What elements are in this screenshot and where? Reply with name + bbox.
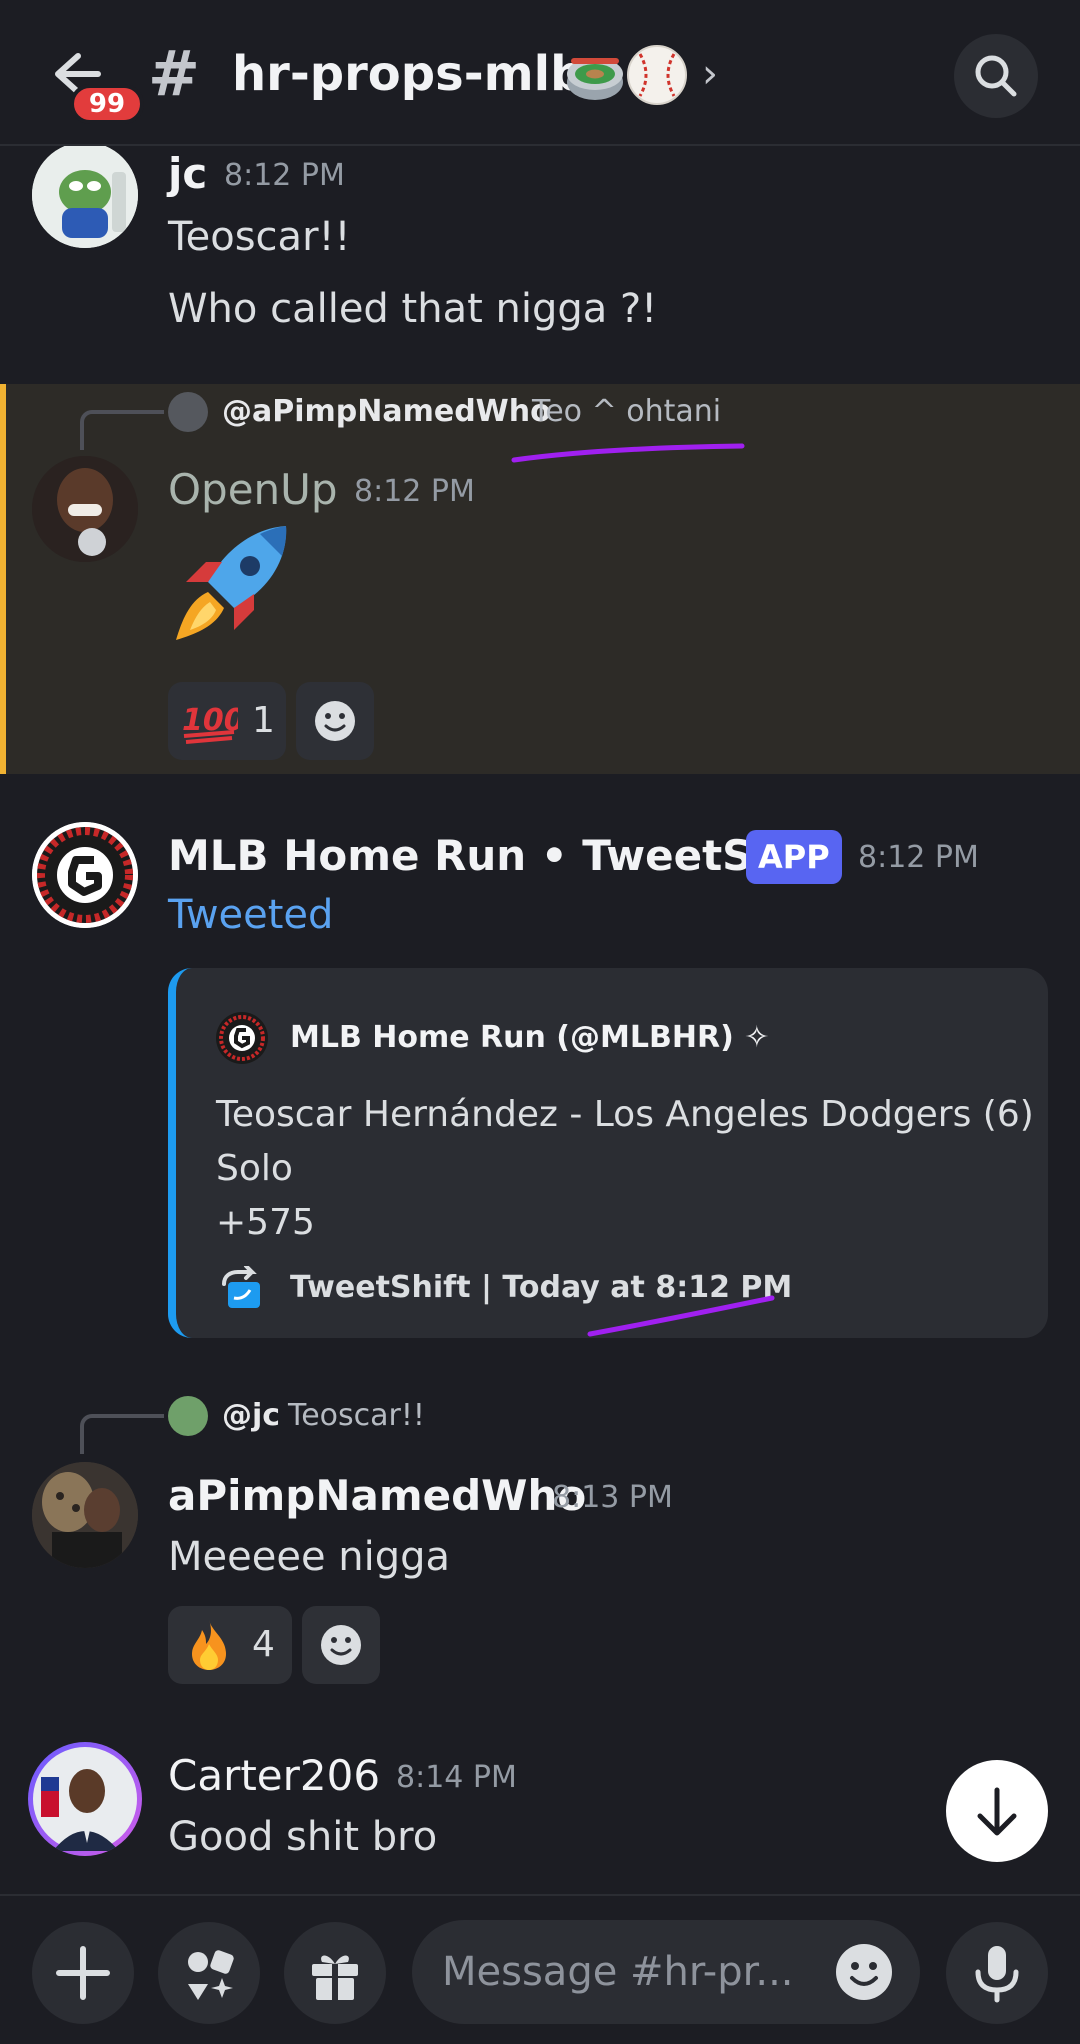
timestamp: 8:13 PM bbox=[552, 1480, 673, 1515]
tweetshift-logo-icon bbox=[32, 822, 138, 928]
mlbhr-author-icon bbox=[216, 1012, 268, 1064]
apimpnamedwho-avatar-icon bbox=[32, 1462, 138, 1568]
message-input-container bbox=[412, 1920, 920, 2024]
pepe-avatar-icon bbox=[32, 146, 138, 248]
message-text: Who called that nigga ?! bbox=[168, 286, 658, 332]
app-tag: APP bbox=[746, 830, 842, 884]
timestamp: 8:12 PM bbox=[354, 474, 475, 509]
timestamp: 8:14 PM bbox=[396, 1760, 517, 1795]
tweeted-link[interactable]: Tweeted bbox=[168, 888, 333, 942]
avatar[interactable] bbox=[32, 456, 138, 562]
username[interactable]: Carter206 bbox=[168, 1748, 380, 1804]
channel-hash-icon: # bbox=[148, 37, 200, 110]
embed-description-line: +575 bbox=[216, 1202, 315, 1243]
annotation-underline bbox=[587, 1295, 775, 1337]
voice-message-button[interactable] bbox=[946, 1922, 1048, 2024]
username[interactable]: aPimpNamedWho bbox=[168, 1468, 586, 1524]
username[interactable]: MLB Home Run • TweetShift bbox=[168, 828, 835, 884]
smiley-icon bbox=[315, 701, 355, 741]
search-icon bbox=[975, 55, 1017, 97]
tweet-embed[interactable]: MLB Home Run (@MLBHR) ✧ Teoscar Hernánde… bbox=[168, 968, 1048, 1338]
search-button[interactable] bbox=[954, 34, 1038, 118]
unread-badge: 99 bbox=[70, 84, 144, 124]
attach-button[interactable] bbox=[32, 1922, 134, 2024]
rocket-emoji-icon bbox=[176, 526, 287, 640]
username[interactable]: jc bbox=[168, 146, 207, 202]
emoji-picker-icon[interactable] bbox=[830, 1938, 898, 2006]
timestamp: 8:12 PM bbox=[224, 158, 345, 193]
microphone-icon bbox=[975, 1946, 1019, 2003]
message-text: Teoscar!! bbox=[168, 214, 351, 260]
gift-button[interactable] bbox=[284, 1922, 386, 2024]
embed-author[interactable]: MLB Home Run (@MLBHR) ✧ bbox=[290, 1018, 769, 1058]
message-list[interactable]: jc 8:12 PM Teoscar!! Who called that nig… bbox=[0, 146, 1080, 1894]
openup-avatar-icon bbox=[32, 456, 138, 562]
apps-button[interactable] bbox=[158, 1922, 260, 2024]
reply-avatar bbox=[168, 392, 208, 432]
composer-bar bbox=[0, 1894, 1080, 2044]
gift-icon bbox=[312, 1955, 358, 2000]
avatar[interactable] bbox=[32, 822, 138, 928]
message-text: Good shit bro bbox=[168, 1814, 438, 1860]
avatar[interactable] bbox=[32, 146, 138, 248]
reply-preview-text[interactable]: Teoscar!! bbox=[288, 1396, 425, 1436]
reply-connector bbox=[80, 1414, 164, 1454]
arrow-down-icon bbox=[977, 1787, 1017, 1836]
reaction-count: 1 bbox=[252, 700, 275, 741]
chevron-right-icon[interactable]: › bbox=[702, 54, 718, 94]
reply-username[interactable]: @aPimpNamedWho bbox=[222, 392, 551, 432]
timestamp: 8:12 PM bbox=[858, 840, 979, 875]
apps-icon bbox=[188, 1950, 234, 2000]
avatar[interactable] bbox=[32, 1462, 138, 1568]
add-reaction-button[interactable] bbox=[302, 1606, 380, 1684]
baseball-emoji-icon bbox=[627, 45, 687, 105]
stadium-emoji-icon bbox=[567, 58, 623, 100]
jump-to-present-button[interactable] bbox=[946, 1760, 1048, 1862]
embed-description-line: Teoscar Hernández - Los Angeles Dodgers … bbox=[216, 1094, 1034, 1135]
channel-header: 99 # hr-props-mlb- › bbox=[0, 0, 1080, 146]
reaction-fire[interactable]: 4 bbox=[168, 1606, 292, 1684]
reply-username[interactable]: @jc bbox=[222, 1396, 280, 1436]
add-reaction-button[interactable] bbox=[296, 682, 374, 760]
carter206-avatar-icon bbox=[33, 1747, 137, 1851]
reaction-count: 4 bbox=[252, 1624, 275, 1665]
message-input[interactable] bbox=[442, 1920, 822, 2024]
reaction-hundred[interactable]: 100 1 bbox=[168, 682, 286, 760]
username[interactable]: OpenUp bbox=[168, 462, 338, 518]
message-text: Meeeee nigga bbox=[168, 1534, 451, 1580]
reply-avatar bbox=[168, 1396, 208, 1436]
fire-icon bbox=[192, 1620, 226, 1670]
smiley-icon bbox=[321, 1625, 361, 1665]
annotation-underline bbox=[511, 443, 745, 463]
reply-connector bbox=[80, 410, 164, 450]
hundred-points-icon: 100 bbox=[182, 703, 238, 744]
reply-preview-text[interactable]: Teo ^ ohtani bbox=[532, 392, 721, 432]
avatar[interactable] bbox=[28, 1742, 142, 1856]
plus-icon bbox=[56, 1946, 110, 2000]
channel-name[interactable]: hr-props-mlb- bbox=[232, 42, 604, 106]
tweetshift-footer-icon bbox=[222, 1266, 260, 1308]
embed-description-line: Solo bbox=[216, 1148, 293, 1189]
